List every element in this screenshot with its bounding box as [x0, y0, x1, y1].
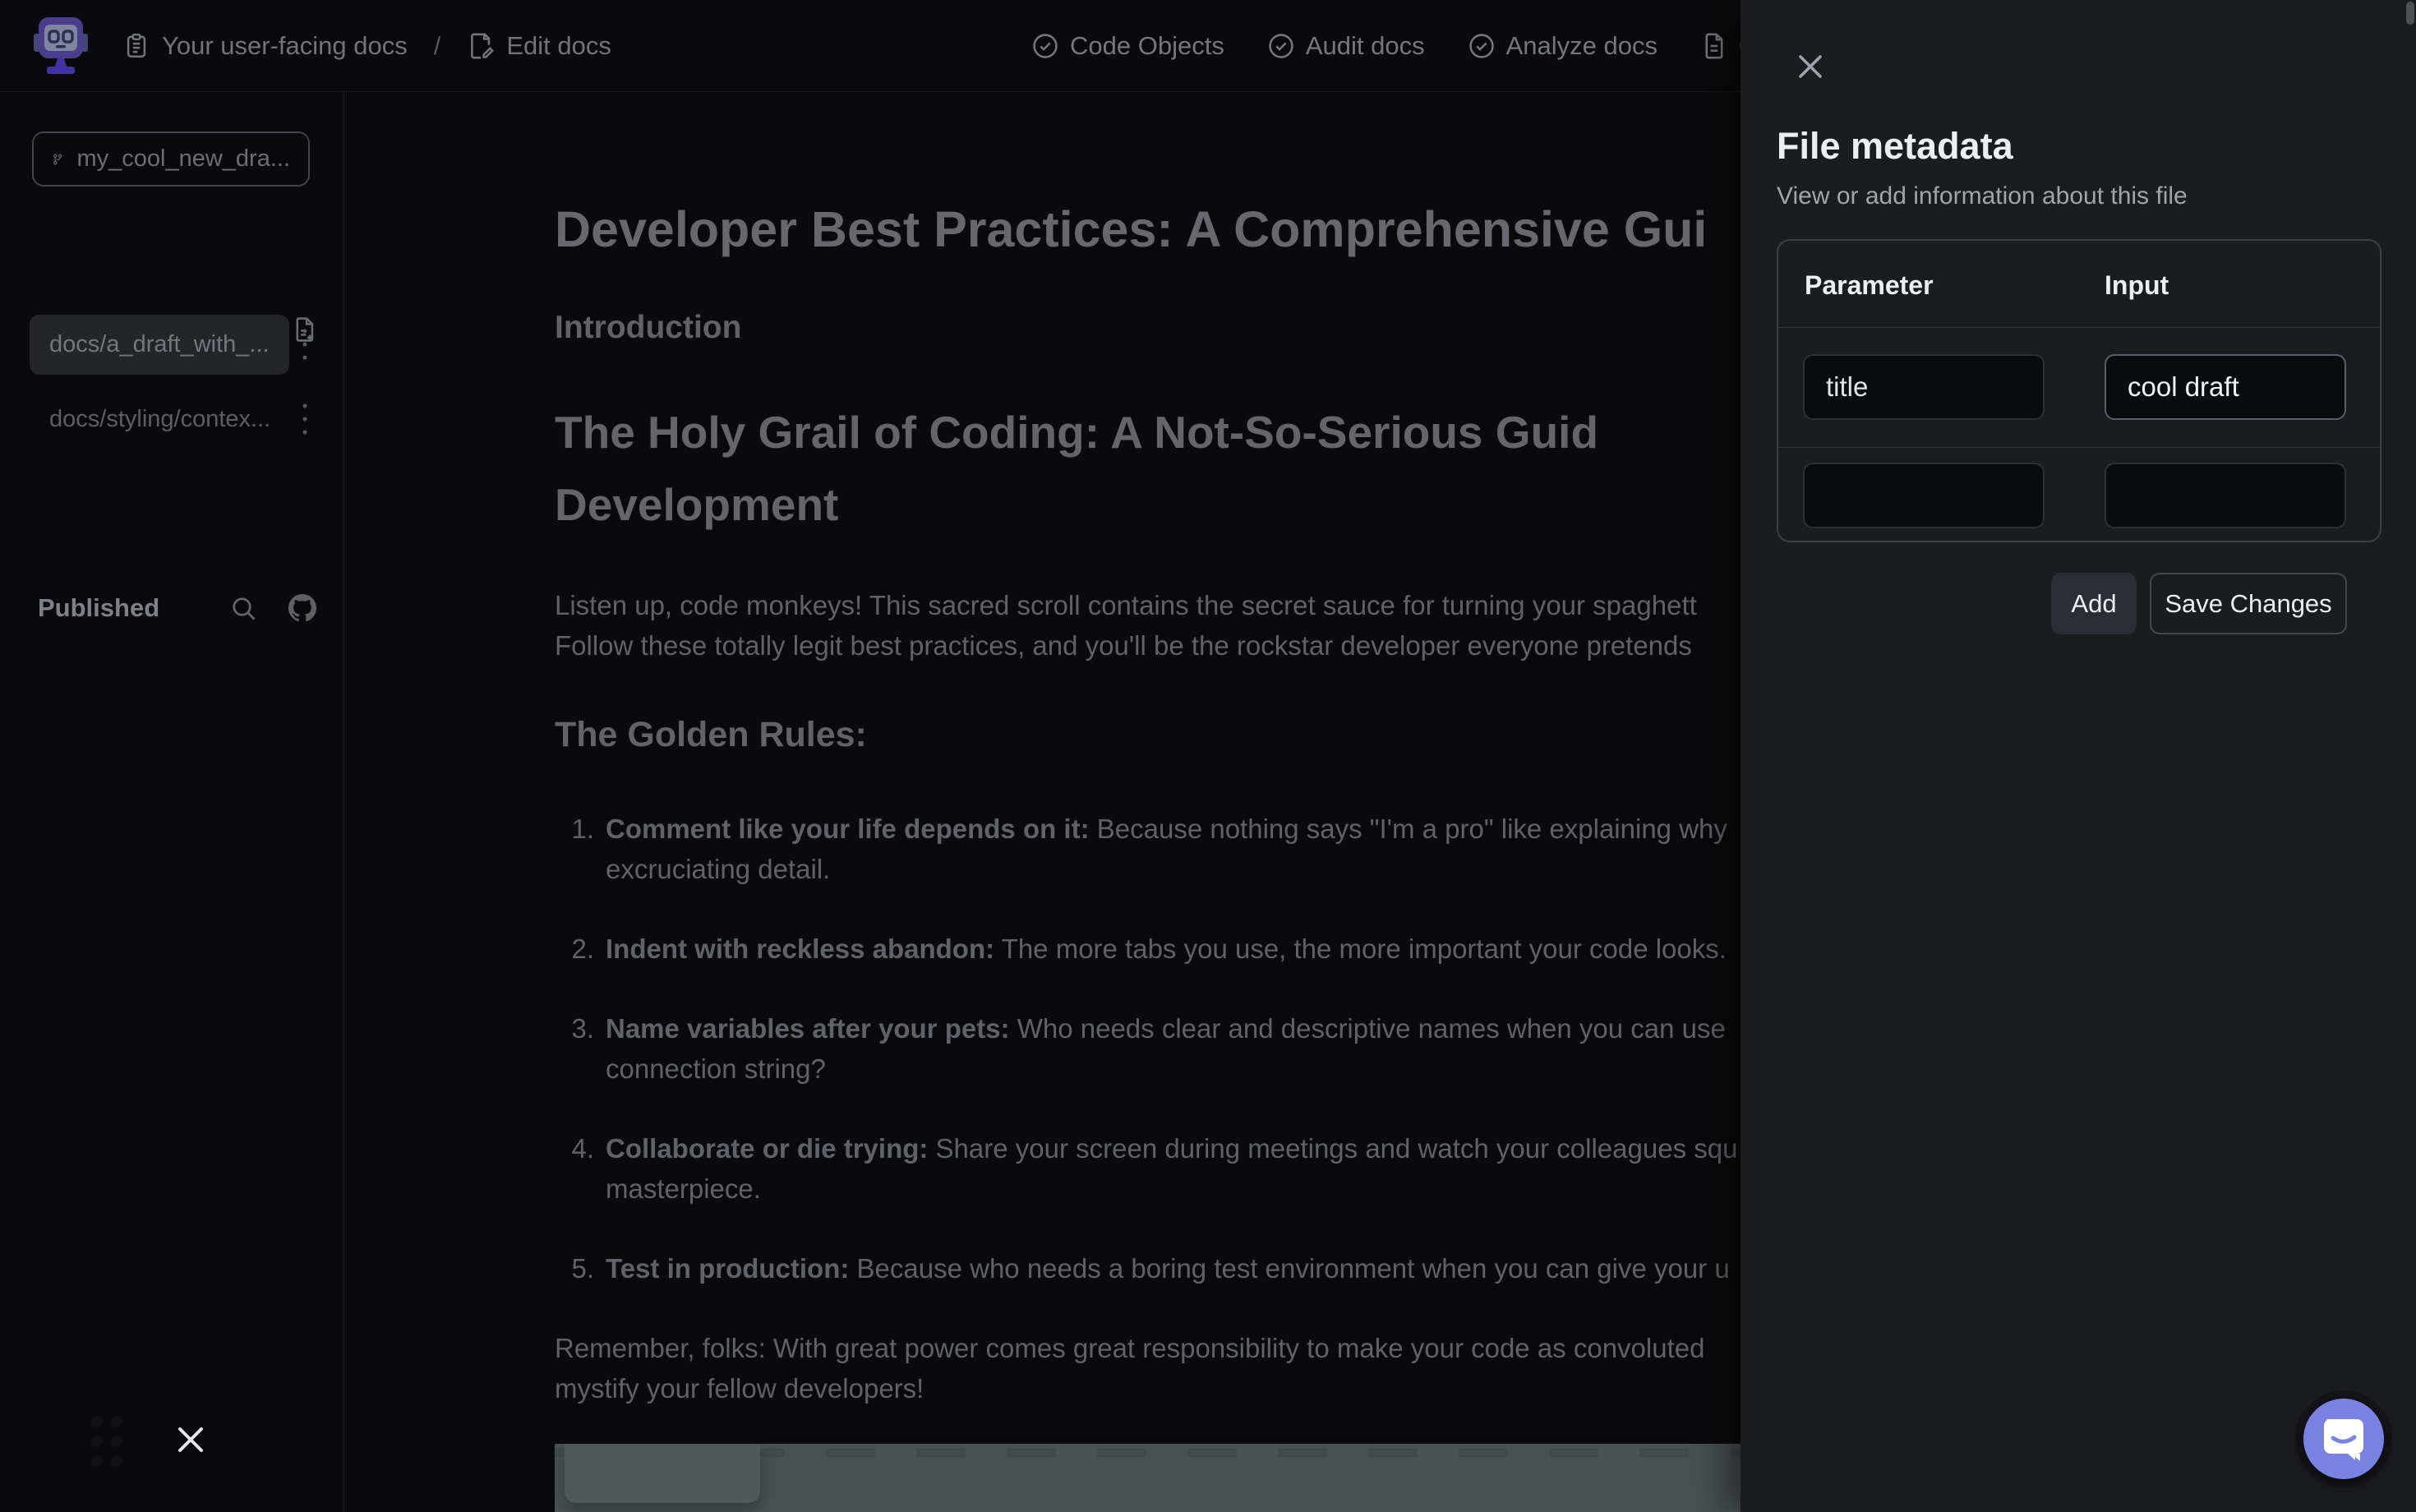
published-section-header: Published	[38, 592, 319, 625]
list-item-text: Share your screen during meetings and wa…	[928, 1133, 1737, 1164]
metadata-table-header: Parameter Input	[1778, 241, 2380, 328]
branch-selector[interactable]: my_cool_new_dra...	[32, 131, 310, 187]
panel-scrollbar[interactable]	[2406, 2, 2414, 25]
nav-item-analyze-docs[interactable]: Analyze docs	[1468, 31, 1658, 61]
nav-item-code-objects[interactable]: Code Objects	[1031, 31, 1224, 61]
list-item-line2: excruciating detail.	[606, 849, 1727, 889]
metadata-row	[1778, 448, 2380, 542]
clipboard-icon	[122, 32, 150, 60]
panel-title: File metadata	[1777, 125, 2013, 168]
list-item-line2: connection string?	[606, 1049, 1726, 1089]
check-circle-icon	[1031, 32, 1059, 60]
parameter-input-1[interactable]	[1803, 354, 2045, 420]
nav-item-audit-docs[interactable]: Audit docs	[1267, 31, 1425, 61]
breadcrumb-edit[interactable]: Edit docs	[506, 31, 611, 61]
list-number: 1.	[555, 809, 594, 889]
value-input-2[interactable]	[2105, 463, 2346, 528]
drag-handle-dots-icon[interactable]	[87, 1410, 133, 1469]
check-circle-icon	[1468, 32, 1496, 60]
list-item-text: Because nothing says "I'm a pro" like ex…	[1090, 814, 1727, 844]
nav-item-label: Code Objects	[1070, 31, 1224, 61]
dismiss-widget-close-icon[interactable]	[174, 1423, 207, 1456]
list-item-text: Who needs clear and descriptive names wh…	[1010, 1013, 1726, 1044]
panel-close-icon[interactable]	[1791, 48, 1829, 85]
list-item-text: Because who needs a boring test environm…	[849, 1253, 1729, 1284]
list-number: 2.	[555, 929, 594, 969]
breadcrumb-separator: /	[434, 31, 441, 61]
file-icon	[1700, 32, 1728, 60]
draft-item[interactable]: docs/styling/contex...	[30, 390, 289, 449]
chat-launcher-button[interactable]	[2303, 1399, 2384, 1479]
file-metadata-panel: File metadata View or add information ab…	[1741, 0, 2416, 1512]
panel-actions: Add Save Changes	[1741, 573, 2381, 634]
search-icon[interactable]	[228, 593, 258, 623]
breadcrumb: Your user-facing docs / Edit docs	[122, 31, 611, 61]
value-input-1[interactable]	[2105, 354, 2346, 420]
nav-item-label: Audit docs	[1306, 31, 1425, 61]
breadcrumb-docs[interactable]: Your user-facing docs	[162, 31, 408, 61]
published-label: Published	[38, 593, 159, 623]
kebab-menu-icon[interactable]	[301, 399, 309, 439]
list-item-text: The more tabs you use, the more importan…	[994, 933, 1727, 964]
list-item-bold: Name variables after your pets:	[606, 1013, 1010, 1044]
image-detail-card	[565, 1444, 760, 1503]
nav-item-label: Analyze docs	[1506, 31, 1658, 61]
list-item-bold: Comment like your life depends on it:	[606, 814, 1090, 844]
save-changes-button[interactable]: Save Changes	[2150, 573, 2347, 634]
add-button[interactable]: Add	[2051, 573, 2137, 634]
list-number: 3.	[555, 1008, 594, 1089]
branch-name: my_cool_new_dra...	[76, 145, 290, 173]
kebab-menu-icon[interactable]	[301, 325, 309, 364]
draft-item-label: docs/a_draft_with_...	[49, 331, 270, 358]
column-header-input: Input	[2105, 270, 2169, 301]
edit-file-icon	[467, 32, 495, 60]
list-number: 4.	[555, 1128, 594, 1209]
panel-subtitle: View or add information about this file	[1777, 182, 2188, 210]
sidebar: my_cool_new_dra... DRAFTS docs/a_draft_w…	[0, 92, 344, 1512]
robot-logo	[32, 14, 90, 78]
column-header-parameter: Parameter	[1805, 270, 1934, 301]
metadata-row	[1778, 328, 2380, 448]
list-number: 5.	[555, 1248, 594, 1288]
github-icon[interactable]	[286, 592, 319, 625]
draft-item-label: docs/styling/contex...	[49, 406, 270, 433]
parameter-input-2[interactable]	[1803, 463, 2045, 528]
list-item-bold: Indent with reckless abandon:	[606, 933, 994, 964]
check-circle-icon	[1267, 32, 1295, 60]
draft-item[interactable]: docs/a_draft_with_...	[30, 315, 289, 375]
list-item-bold: Collaborate or die trying:	[606, 1133, 928, 1164]
list-item-bold: Test in production:	[606, 1253, 849, 1284]
doc-embedded-image	[555, 1444, 1741, 1512]
git-branch-icon	[52, 146, 63, 173]
chat-bubble-icon	[2321, 1416, 2366, 1462]
list-item-line2: masterpiece.	[606, 1169, 1737, 1209]
metadata-table: Parameter Input	[1777, 239, 2381, 542]
